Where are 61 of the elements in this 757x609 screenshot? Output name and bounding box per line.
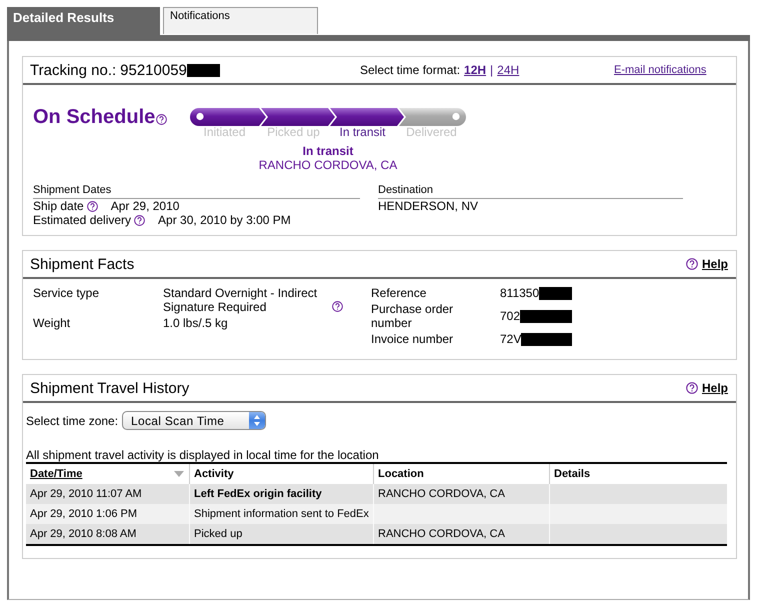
step-label: Delivered (406, 125, 457, 139)
time-format-label: Select time format: (360, 63, 460, 77)
time-zone-label: Select time zone: (26, 414, 118, 428)
step-label: Picked up (267, 125, 320, 139)
step-label: Initiated (203, 125, 246, 139)
current-location: RANCHO CORDOVA, CA (258, 158, 398, 172)
table-cell: Apr 29, 2010 1:06 PM (30, 508, 138, 520)
time-format-link[interactable]: 24H (497, 63, 520, 77)
help-icon[interactable] (86, 200, 98, 212)
table-cell: Apr 29, 2010 11:07 AM (30, 488, 142, 500)
step-label: In transit (339, 125, 386, 139)
help-icon[interactable] (332, 301, 343, 312)
table-cell: Picked up (194, 528, 242, 540)
help-icon[interactable] (686, 258, 698, 270)
column-header: Activity (194, 468, 234, 480)
date-label: Estimated delivery (33, 213, 132, 227)
note-text: All shipment travel activity is displayed in local time for the location (26, 448, 380, 462)
fact-value: 811350 (500, 286, 540, 300)
start-dot-icon (196, 112, 204, 120)
fact-value: Standard Overnight - Indirect Signature Required (163, 286, 318, 314)
time-format-link[interactable]: 12H (464, 63, 486, 77)
section-heading: Shipment Dates (33, 184, 112, 196)
table-cell: Left FedEx origin facility (194, 488, 322, 500)
tab[interactable]: Detailed Results (7, 7, 160, 35)
tracking-number: 95210059 (120, 62, 187, 78)
current-status: In transit (302, 144, 354, 158)
help-icon[interactable] (134, 214, 146, 226)
date-value: Apr 30, 2010 by 3:00 PM (158, 213, 291, 227)
fact-label: Weight (33, 316, 72, 330)
fact-value: 72V (500, 332, 522, 346)
time-zone-select[interactable]: Local Scan Time (122, 411, 266, 430)
end-dot-icon (452, 112, 460, 120)
fact-value: 1.0 lbs/.5 kg (163, 316, 228, 330)
fact-label: Reference (371, 286, 428, 300)
fact-label: Purchase order number (371, 302, 454, 330)
table-cell: Apr 29, 2010 8:08 AM (30, 528, 136, 540)
help-icon[interactable] (686, 382, 698, 394)
status-title: On Schedule (33, 106, 156, 128)
tracking-label: Tracking no.: (30, 62, 116, 78)
date-label: Ship date (33, 199, 84, 213)
separator-text: | (490, 63, 494, 77)
fact-value: 702 (500, 309, 520, 323)
fact-label: Service type (33, 286, 100, 302)
help-link[interactable]: Help (702, 257, 728, 271)
tab[interactable]: Notifications (163, 7, 318, 34)
column-header[interactable]: Date/Time (30, 468, 82, 480)
column-header: Location (378, 468, 424, 480)
section-heading: Destination (378, 184, 434, 196)
column-header: Details (554, 468, 590, 480)
help-icon[interactable] (156, 114, 168, 125)
table-cell: RANCHO CORDOVA, CA (378, 528, 505, 540)
fact-label: Invoice number (371, 332, 454, 346)
destination-value: HENDERSON, NV (378, 199, 478, 213)
email-notifications-link[interactable]: E-mail notifications (614, 64, 706, 76)
help-link[interactable]: Help (702, 381, 728, 395)
panel-title: Shipment Travel History (30, 380, 190, 396)
dropdown-arrows-icon (249, 412, 266, 429)
date-value: Apr 29, 2010 (110, 199, 180, 213)
panel-title: Shipment Facts (30, 256, 136, 272)
table-cell: RANCHO CORDOVA, CA (378, 488, 505, 500)
table-cell: Shipment information sent to FedEx (194, 508, 369, 520)
